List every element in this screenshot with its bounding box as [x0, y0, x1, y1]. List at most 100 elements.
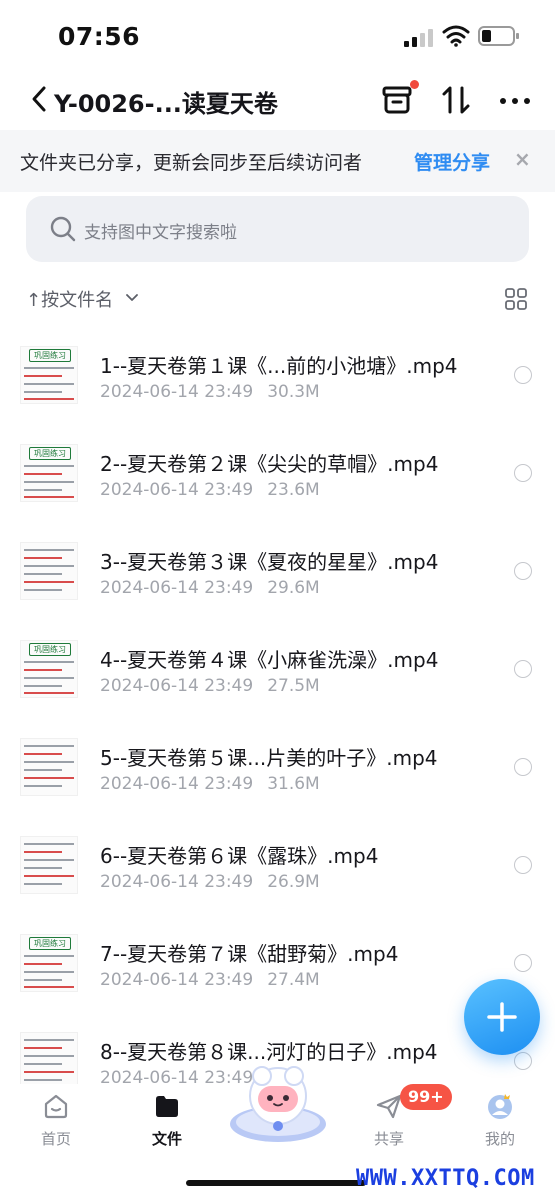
chevron-down-icon[interactable] — [124, 290, 140, 306]
thumbnail-tag: 巩固练习 — [29, 937, 71, 950]
transfer-sort-icon[interactable] — [440, 82, 472, 118]
thumbnail-text-line — [24, 1047, 62, 1049]
file-row[interactable]: 5--夏天卷第５课...片美的叶子》.mp4 2024-06-14 23:49 31… — [0, 722, 555, 820]
battery-icon — [478, 26, 519, 46]
search-icon — [50, 216, 76, 242]
select-radio[interactable] — [514, 660, 532, 678]
manage-share-link[interactable]: 管理分享 — [414, 148, 490, 175]
file-meta: 2024-06-14 23:49 23.6M — [100, 480, 320, 500]
thumbnail-text-line — [24, 581, 74, 583]
file-row[interactable]: 巩固练习 1--夏天卷第１课《...前的小池塘》.mp4 2024-06-14 23… — [0, 330, 555, 428]
tab-profile-label: 我的 — [484, 1130, 515, 1148]
share-plane-icon — [376, 1094, 402, 1119]
file-meta: 2024-06-14 23:49 26.9M — [100, 872, 320, 892]
file-size: 27.4M — [267, 970, 320, 990]
thumbnail-text-line — [24, 677, 74, 679]
select-radio[interactable] — [514, 856, 532, 874]
file-name: 2--夏天卷第２课《尖尖的草帽》.mp4 — [100, 452, 439, 476]
select-radio[interactable] — [514, 366, 532, 384]
add-button[interactable] — [464, 979, 540, 1055]
file-name: 8--夏天卷第８课...河灯的日子》.mp4 — [100, 1040, 438, 1064]
folder-icon — [156, 1096, 178, 1117]
file-thumbnail — [20, 738, 78, 796]
thumbnail-text-line — [24, 843, 74, 845]
mascot-assistant-icon[interactable] — [226, 1062, 330, 1146]
file-name: 5--夏天卷第５课...片美的叶子》.mp4 — [100, 746, 438, 770]
thumbnail-text-line — [24, 489, 62, 491]
file-date: 2024-06-14 23:49 — [100, 774, 254, 794]
thumbnail-text-line — [24, 367, 74, 369]
thumbnail-text-line — [24, 851, 62, 853]
select-radio[interactable] — [514, 562, 532, 580]
home-icon — [44, 1094, 68, 1119]
back-icon[interactable] — [28, 84, 50, 114]
status-time: 07:56 — [58, 22, 141, 51]
thumbnail-text-line — [24, 769, 62, 771]
file-meta: 2024-06-14 23:49 30.3M — [100, 382, 320, 402]
file-date: 2024-06-14 23:49 — [100, 382, 254, 402]
file-thumbnail: 巩固练习 — [20, 346, 78, 404]
tab-files-label: 文件 — [151, 1130, 182, 1148]
grid-view-icon[interactable] — [505, 288, 527, 310]
thumbnail-text-line — [24, 867, 62, 869]
nav-bar: Y-0026-...读夏天卷 — [0, 74, 555, 128]
file-meta: 2024-06-14 23:49 27.4M — [100, 970, 320, 990]
more-icon[interactable] — [498, 88, 532, 114]
thumbnail-text-line — [24, 979, 62, 981]
thumbnail-text-line — [24, 745, 74, 747]
file-row[interactable]: 6--夏天卷第６课《露珠》.mp4 2024-06-14 23:49 26.9M — [0, 820, 555, 918]
tab-home[interactable]: 首页 — [16, 1084, 96, 1154]
file-date: 2024-06-14 23:49 — [100, 480, 254, 500]
select-radio[interactable] — [514, 1052, 532, 1070]
file-name: 3--夏天卷第３课《夏夜的星星》.mp4 — [100, 550, 439, 574]
file-row[interactable]: 3--夏天卷第３课《夏夜的星星》.mp4 2024-06-14 23:49 29.6… — [0, 526, 555, 624]
file-name: 7--夏天卷第７课《甜野菊》.mp4 — [100, 942, 399, 966]
thumbnail-tag: 巩固练习 — [29, 643, 71, 656]
file-date: 2024-06-14 23:49 — [100, 676, 254, 696]
tab-shared-label: 共享 — [373, 1130, 404, 1148]
thumbnail-text-line — [24, 875, 74, 877]
thumbnail-text-line — [24, 398, 74, 400]
plus-icon — [487, 1002, 517, 1032]
tab-profile[interactable]: 我的 — [460, 1084, 540, 1154]
status-bar: 07:56 — [0, 0, 555, 74]
file-size: 26.9M — [267, 872, 320, 892]
thumbnail-text-line — [24, 777, 74, 779]
thumbnail-text-line — [24, 1055, 74, 1057]
file-row[interactable]: 巩固练习 4--夏天卷第４课《小麻雀洗澡》.mp4 2024-06-14 23:49… — [0, 624, 555, 722]
thumbnail-text-line — [24, 473, 62, 475]
thumbnail-text-line — [24, 883, 62, 885]
thumbnail-text-line — [24, 971, 74, 973]
signal-icon — [404, 29, 433, 47]
file-date: 2024-06-14 23:49 — [100, 970, 254, 990]
tab-files[interactable]: 文件 — [127, 1084, 207, 1154]
thumbnail-text-line — [24, 753, 62, 755]
thumbnail-text-line — [24, 375, 62, 377]
wifi-icon — [442, 25, 470, 47]
share-banner: 文件夹已分享，更新会同步至后续访问者 管理分享 × — [0, 130, 555, 192]
file-name: 4--夏天卷第４课《小麻雀洗澡》.mp4 — [100, 648, 439, 672]
select-radio[interactable] — [514, 758, 532, 776]
file-size: 27.5M — [267, 676, 320, 696]
thumbnail-text-line — [24, 661, 74, 663]
thumbnail-text-line — [24, 496, 74, 498]
thumbnail-text-line — [24, 1039, 74, 1041]
sort-by-name-button[interactable]: ↑按文件名 — [26, 286, 113, 312]
file-name: 1--夏天卷第１课《...前的小池塘》.mp4 — [100, 354, 458, 378]
tab-home-label: 首页 — [40, 1130, 71, 1148]
search-placeholder: 支持图中文字搜索啦 — [84, 223, 237, 243]
thumbnail-text-line — [24, 685, 62, 687]
select-radio[interactable] — [514, 464, 532, 482]
page-title: Y-0026-...读夏天卷 — [54, 90, 278, 118]
share-banner-text: 文件夹已分享，更新会同步至后续访问者 — [20, 152, 363, 174]
file-meta: 2024-06-14 23:49 29.6M — [100, 578, 320, 598]
thumbnail-tag: 巩固练习 — [29, 447, 71, 460]
file-row[interactable]: 巩固练习 2--夏天卷第２课《尖尖的草帽》.mp4 2024-06-14 23:49… — [0, 428, 555, 526]
close-banner-button[interactable]: × — [514, 147, 531, 171]
thumbnail-tag: 巩固练习 — [29, 349, 71, 362]
file-thumbnail — [20, 542, 78, 600]
search-input[interactable]: 支持图中文字搜索啦 — [26, 196, 529, 262]
select-radio[interactable] — [514, 954, 532, 972]
thumbnail-text-line — [24, 589, 62, 591]
thumbnail-text-line — [24, 383, 74, 385]
